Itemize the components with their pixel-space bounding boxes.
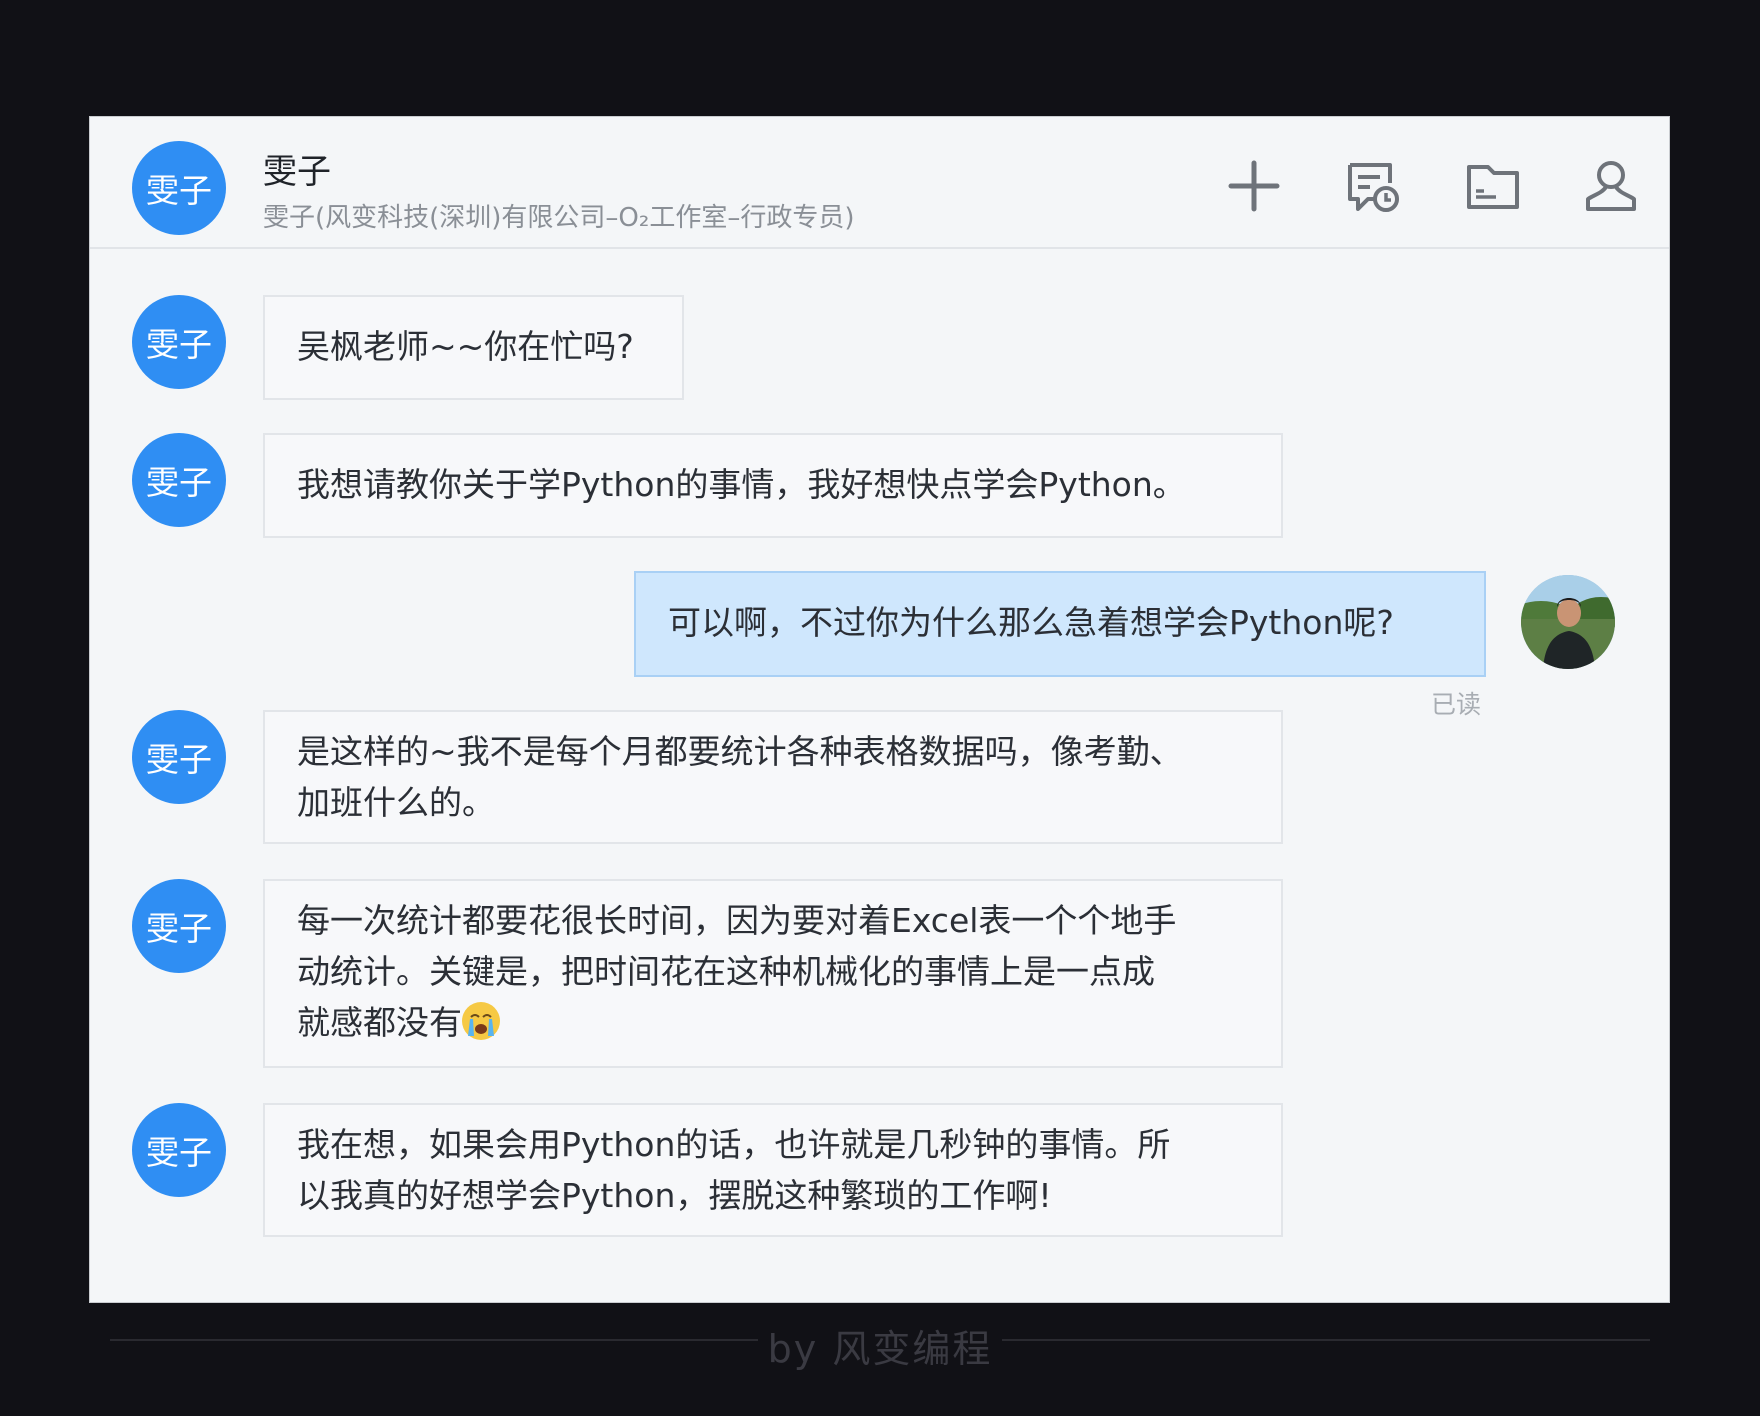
contact-avatar[interactable]: 雯子 [132,710,226,804]
contact-avatar[interactable]: 雯子 [132,1103,226,1197]
contact-avatar[interactable]: 雯子 [132,295,226,389]
footer-credit: by 风变编程 [767,1327,993,1371]
message-bubble[interactable]: 是这样的~我不是每个月都要统计各种表格数据吗，像考勤、 加班什么的。 [263,710,1283,844]
plus-icon[interactable] [1225,157,1283,215]
contact-subtitle: 雯子(风变科技(深圳)有限公司–O₂工作室–行政专员) [263,203,855,233]
message-text-line: 以我真的好想学会Python，摆脱这种繁琐的工作啊! [297,1176,1052,1215]
message-text-line: 动统计。关键是，把时间花在这种机械化的事情上是一点成 [297,952,1155,991]
chat-header: 雯子 雯子 雯子(风变科技(深圳)有限公司–O₂工作室–行政专员) [90,117,1669,249]
user-avatar[interactable] [1521,575,1615,669]
message-bubble-self[interactable]: 可以啊，不过你为什么那么急着想学会Python呢? [634,571,1486,677]
user-profile-icon[interactable] [1582,157,1640,215]
message-bubble[interactable]: 吴枫老师~~你在忙吗? [263,295,684,400]
chat-history-icon[interactable] [1344,157,1402,215]
message-text-line: 就感都没有 [297,997,1249,1048]
message-bubble[interactable]: 每一次统计都要花很长时间，因为要对着Excel表一个个地手 动统计。关键是，把时… [263,879,1283,1068]
message-text: 就感都没有 [297,1003,462,1042]
crying-emoji-icon [462,1002,500,1040]
contact-avatar[interactable]: 雯子 [132,141,226,235]
contact-name: 雯子 [263,152,331,192]
chat-window: 雯子 雯子 雯子(风变科技(深圳)有限公司–O₂工作室–行政专员) 雯子 吴枫老… [89,116,1670,1303]
message-text-line: 是这样的~我不是每个月都要统计各种表格数据吗，像考勤、 [297,732,1183,771]
message-bubble[interactable]: 我想请教你关于学Python的事情，我好想快点学会Python。 [263,433,1283,538]
message-bubble[interactable]: 我在想，如果会用Python的话，也许就是几秒钟的事情。所 以我真的好想学会Py… [263,1103,1283,1237]
message-text-line: 加班什么的。 [297,783,495,822]
message-text-line: 每一次统计都要花很长时间，因为要对着Excel表一个个地手 [297,901,1177,940]
contact-avatar[interactable]: 雯子 [132,433,226,527]
message-text-line: 我在想，如果会用Python的话，也许就是几秒钟的事情。所 [297,1125,1171,1164]
folder-icon[interactable] [1464,157,1522,215]
contact-avatar[interactable]: 雯子 [132,879,226,973]
read-status: 已读 [1431,690,1482,719]
